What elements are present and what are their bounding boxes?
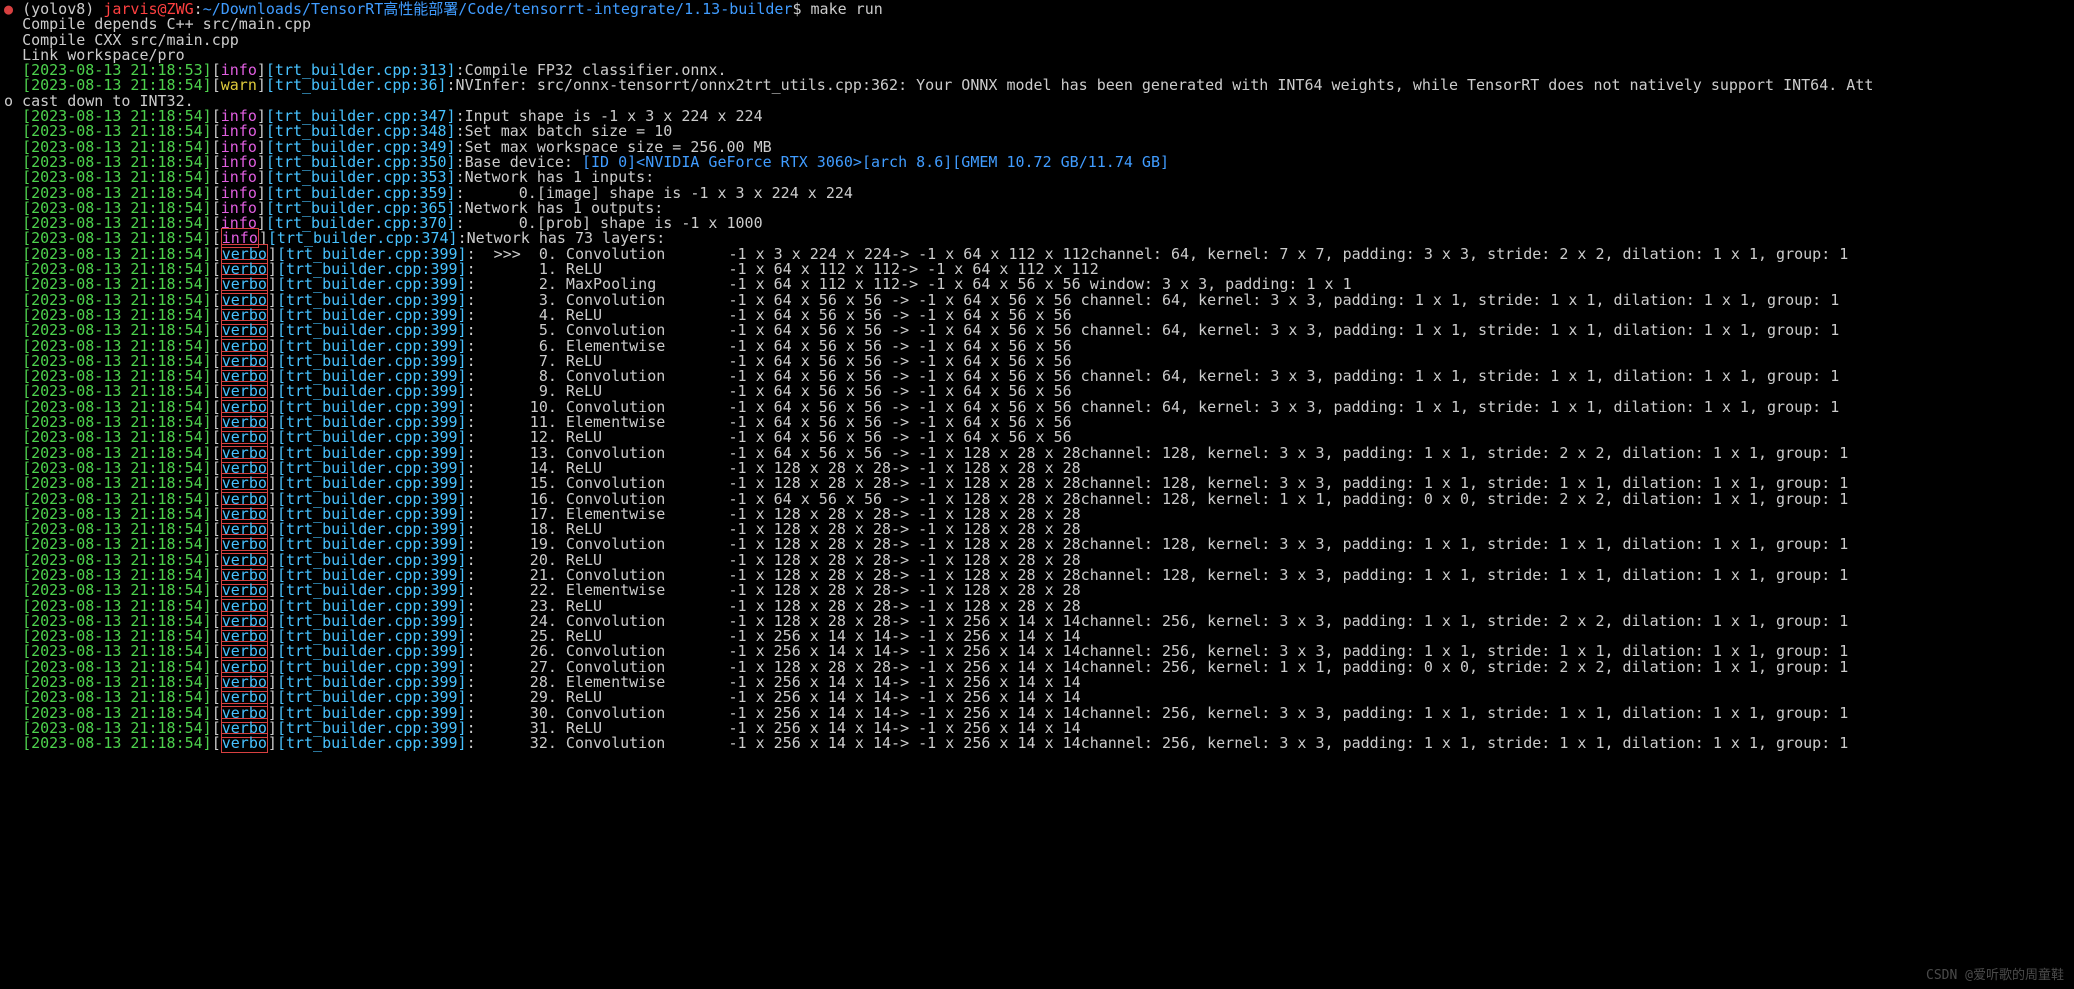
watermark: CSDN @爱听歌的周童鞋: [1926, 968, 2064, 983]
terminal-output[interactable]: ● (yolov8) jarvis@ZWG:~/Downloads/Tensor…: [0, 0, 2074, 760]
